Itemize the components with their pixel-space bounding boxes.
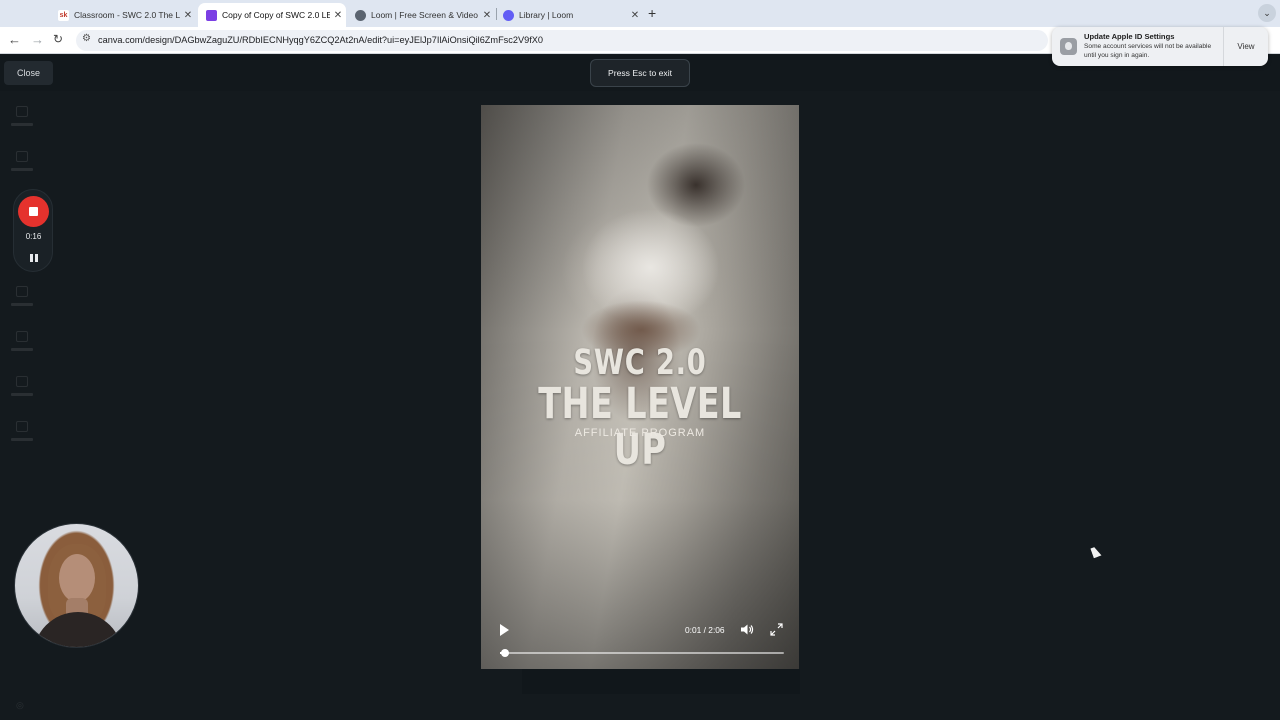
browser-tab-bar: sk Classroom - SWC 2.0 The Lev ✕ Copy of… xyxy=(0,0,1280,27)
bottom-help-icon: ◎ xyxy=(16,700,24,710)
sk-favicon-icon: sk xyxy=(58,9,69,21)
presenter-face xyxy=(59,554,95,602)
seek-handle[interactable] xyxy=(500,649,509,657)
esc-exit-hint: Press Esc to exit xyxy=(590,59,690,87)
video-subtitle: AFFILIATE PROGRAM xyxy=(574,427,706,439)
loom-favicon-icon xyxy=(503,9,514,21)
seek-bar[interactable] xyxy=(500,649,784,657)
back-arrow-icon[interactable]: ← xyxy=(8,32,21,47)
notification-title: Update Apple ID Settings xyxy=(1084,32,1175,41)
url-text: canva.com/design/DAGbwZaguZU/RDbIECNHyqg… xyxy=(98,35,544,45)
close-tab-icon[interactable]: ✕ xyxy=(330,10,346,21)
mouse-cursor-icon xyxy=(1090,545,1102,559)
tab-classroom[interactable]: sk Classroom - SWC 2.0 The Lev ✕ xyxy=(50,3,196,27)
sidebar-projects-icon xyxy=(8,376,36,408)
video-player[interactable]: SWC 2.0 THE LEVEL UP AFFILIATE PROGRAM 0… xyxy=(481,105,799,669)
new-tab-icon[interactable]: + xyxy=(648,5,656,21)
sidebar-brand-icon xyxy=(8,286,36,318)
chevron-down-icon[interactable]: ⌄ xyxy=(1258,4,1276,22)
close-tab-icon[interactable]: ✕ xyxy=(180,10,196,21)
tab-title: Loom | Free Screen & Video R xyxy=(371,10,479,20)
presenter-shoulders xyxy=(33,612,123,647)
tab-loom-free[interactable]: Loom | Free Screen & Video R ✕ xyxy=(347,3,495,27)
forward-arrow-icon[interactable]: → xyxy=(31,32,44,47)
canvas-footer xyxy=(522,669,800,694)
notification-body: Some account services will not be availa… xyxy=(1084,43,1212,59)
play-icon[interactable] xyxy=(500,624,509,636)
video-title-line1: SWC 2.0 xyxy=(573,343,707,383)
close-button[interactable]: Close xyxy=(4,61,53,85)
sidebar-elements-icon xyxy=(8,151,36,183)
canva-video-favicon-icon xyxy=(206,9,217,21)
site-info-icon[interactable]: ⚙ xyxy=(82,33,91,44)
recording-timer: 0:16 xyxy=(25,232,42,241)
video-time: 0:01 / 2:06 xyxy=(685,625,725,635)
reload-icon[interactable]: ↻ xyxy=(53,32,63,46)
recording-controls: 0:16 xyxy=(13,189,53,272)
pause-icon[interactable] xyxy=(29,253,39,263)
url-field[interactable]: ⚙ canva.com/design/DAGbwZaguZU/RDbIECNHy… xyxy=(76,30,1048,51)
tab-title: Classroom - SWC 2.0 The Lev xyxy=(74,10,180,20)
notification-view-button[interactable]: View xyxy=(1223,27,1268,66)
tab-canva-design[interactable]: Copy of Copy of SWC 2.0 LE ✕ xyxy=(198,3,346,27)
sidebar-apps-icon xyxy=(8,421,36,453)
fullscreen-icon[interactable] xyxy=(770,623,783,636)
close-tab-icon[interactable]: ✕ xyxy=(479,10,495,21)
apple-settings-icon xyxy=(1060,38,1077,55)
tab-title: Copy of Copy of SWC 2.0 LE xyxy=(222,10,330,20)
webcam-bubble[interactable] xyxy=(14,523,139,648)
tab-title: Library | Loom xyxy=(519,10,574,20)
globe-icon xyxy=(355,9,366,21)
stop-recording-icon[interactable] xyxy=(18,196,49,227)
tab-loom-library[interactable]: Library | Loom ✕ xyxy=(495,3,643,27)
sidebar-draw-icon xyxy=(8,331,36,363)
sidebar-design-icon xyxy=(8,106,36,138)
close-tab-icon[interactable]: ✕ xyxy=(627,10,643,21)
volume-icon[interactable] xyxy=(740,623,754,636)
apple-id-notification[interactable]: Update Apple ID Settings Some account se… xyxy=(1052,27,1268,66)
